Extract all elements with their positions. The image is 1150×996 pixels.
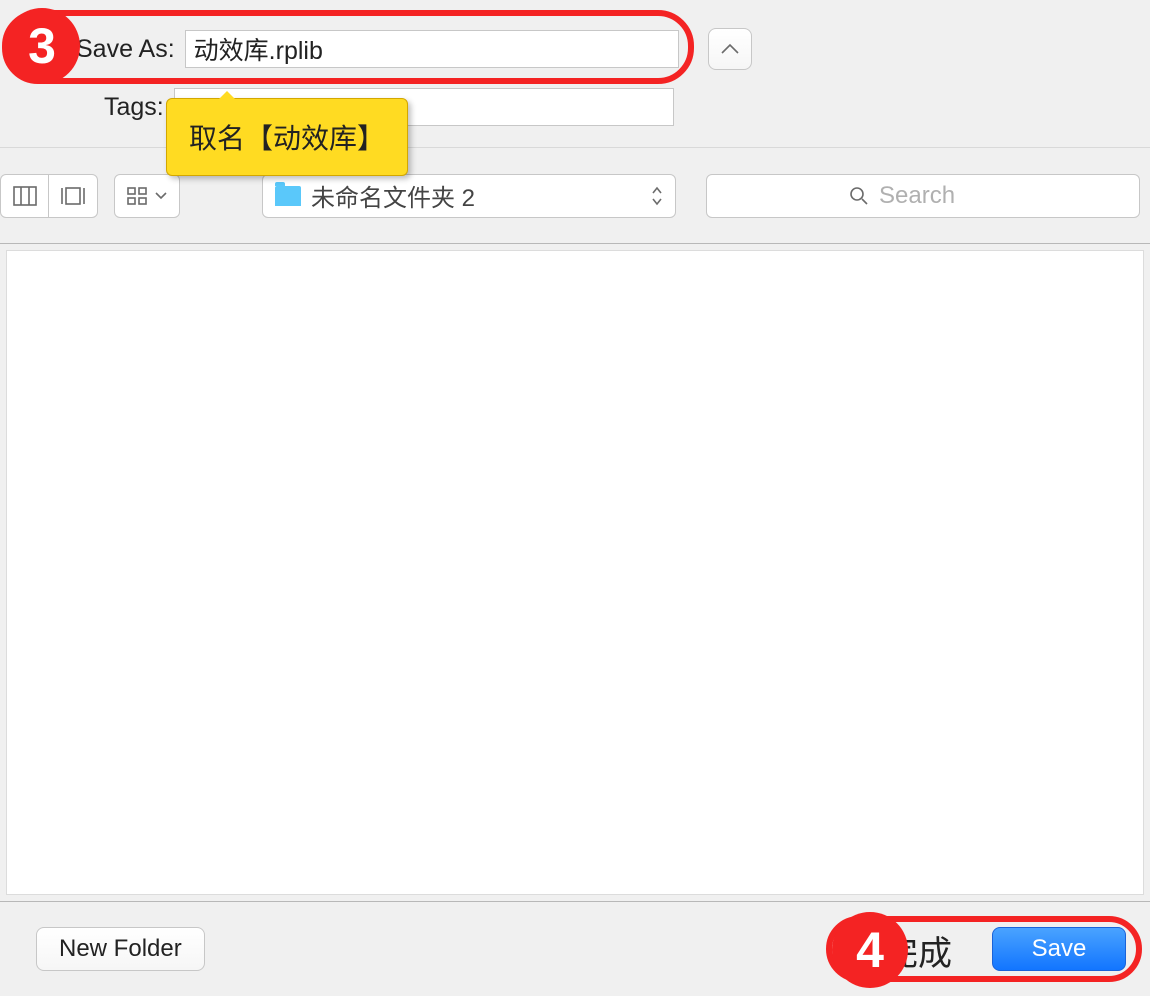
- new-folder-label: New Folder: [59, 935, 182, 963]
- new-folder-button[interactable]: New Folder: [36, 927, 205, 971]
- save-button-label: Save: [1032, 935, 1087, 963]
- save-as-row: Save As:: [76, 30, 679, 68]
- file-browser-content[interactable]: [6, 250, 1144, 895]
- arrange-button[interactable]: [114, 174, 180, 218]
- search-input[interactable]: [877, 181, 997, 211]
- column-view-icon: [60, 186, 86, 206]
- save-dialog: Save As: Tags: 3 取名【动效库】: [0, 0, 1150, 996]
- path-label: 未命名文件夹 2: [311, 178, 641, 213]
- view-column-button[interactable]: [49, 175, 97, 217]
- bottom-bar: New Folder Save 4 完成: [0, 902, 1150, 996]
- expand-toggle-button[interactable]: [708, 28, 752, 70]
- annotation-step4-text: 完成: [884, 926, 952, 975]
- search-box[interactable]: [706, 174, 1140, 218]
- annotation-step3-number: 3: [28, 17, 56, 75]
- save-as-input[interactable]: [185, 30, 679, 68]
- toolbar: 未命名文件夹 2: [0, 148, 1150, 244]
- path-selector[interactable]: 未命名文件夹 2: [262, 174, 676, 218]
- chevron-up-icon: [721, 43, 739, 55]
- file-browser-pane: [0, 244, 1150, 902]
- tags-row: Tags:: [104, 88, 674, 126]
- save-as-label: Save As:: [76, 35, 175, 64]
- save-button[interactable]: Save: [992, 927, 1126, 971]
- annotation-step4-number: 4: [856, 921, 884, 979]
- annotation-step3-badge: 3: [4, 8, 80, 84]
- arrange-icon: [127, 187, 149, 205]
- chevron-down-icon: [155, 192, 167, 200]
- search-icon: [849, 186, 869, 206]
- icon-view-icon: [13, 186, 37, 206]
- view-icon-button[interactable]: [1, 175, 49, 217]
- top-area: Save As: Tags: 3 取名【动效库】: [0, 0, 1150, 148]
- annotation-step4-badge: 4: [832, 912, 908, 988]
- tags-label: Tags:: [104, 93, 164, 122]
- tags-input[interactable]: [174, 88, 674, 126]
- folder-icon: [275, 186, 301, 206]
- view-mode-group: [0, 174, 98, 218]
- updown-icon: [651, 186, 663, 206]
